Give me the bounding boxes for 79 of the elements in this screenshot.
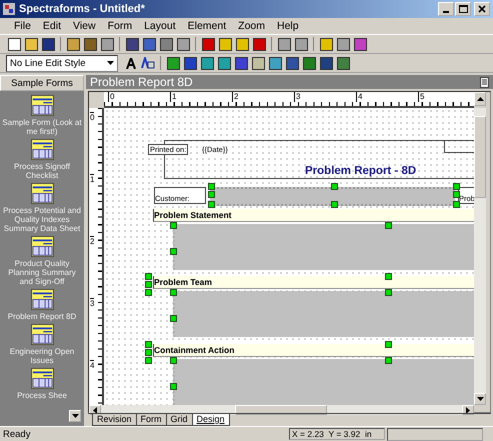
menu-item[interactable]: File — [8, 20, 37, 32]
scroll-down-button[interactable] — [474, 393, 486, 405]
menu-item[interactable]: Edit — [36, 20, 68, 32]
view-tab[interactable]: Form — [136, 414, 167, 426]
ruler-number: 0 — [90, 112, 94, 123]
selection-handle[interactable] — [170, 383, 177, 390]
ruler-number: 5 — [418, 92, 424, 102]
form-label[interactable]: Process Signoff Checklist — [0, 162, 84, 180]
caret-icon[interactable] — [107, 61, 114, 65]
form-label[interactable]: Product Quality Planning Summary and Sign-Off — [0, 259, 84, 286]
text-style-icon[interactable] — [140, 55, 156, 71]
ruler-number: 1 — [170, 92, 176, 102]
form-icon[interactable] — [30, 236, 54, 257]
scroll-up-button[interactable] — [474, 92, 486, 106]
ruler-number: 0 — [108, 92, 114, 102]
ruler-number: 2 — [232, 92, 238, 102]
form-icon[interactable] — [30, 289, 54, 310]
caret-icon — [476, 97, 484, 101]
menu-item[interactable]: Help — [271, 20, 305, 32]
selection-handle[interactable] — [170, 315, 177, 322]
form-icon[interactable] — [30, 183, 54, 204]
form-icon[interactable] — [30, 324, 54, 345]
selection-handle[interactable] — [170, 248, 177, 255]
window-title: Spectraforms - Untitled* — [19, 3, 146, 15]
scroll-right-button[interactable] — [462, 405, 474, 415]
menu-item[interactable]: View — [67, 20, 102, 32]
form-icon[interactable] — [30, 95, 54, 116]
caret-icon — [72, 414, 78, 418]
menu-item[interactable]: Element — [182, 20, 232, 32]
selection-handle[interactable] — [385, 289, 392, 296]
menu-item[interactable]: Form — [102, 20, 138, 32]
view-tab[interactable]: Design — [192, 414, 230, 426]
style-dropdown[interactable]: No Line Edit Style — [6, 54, 118, 72]
selection-handle[interactable] — [331, 183, 338, 190]
selection-handle[interactable] — [331, 201, 338, 208]
minimize-button[interactable] — [438, 2, 454, 16]
form-icon[interactable] — [30, 368, 54, 389]
vertical-scrollbar[interactable] — [474, 108, 486, 405]
selection-handle[interactable] — [170, 357, 177, 364]
ruler-number: 2 — [90, 236, 94, 247]
ruler-number: 4 — [90, 360, 94, 371]
view-tab[interactable]: Grid — [166, 414, 193, 426]
selection-handle[interactable] — [385, 273, 392, 280]
close-button[interactable] — [474, 2, 490, 16]
selection-handle[interactable] — [385, 222, 392, 229]
selection-handle[interactable] — [385, 357, 392, 364]
ruler-number: 3 — [90, 298, 94, 309]
menu-item[interactable]: Zoom — [232, 20, 271, 32]
form-label[interactable]: Process Shee — [15, 391, 69, 400]
selection-handle[interactable] — [170, 289, 177, 296]
maximize-button[interactable] — [455, 2, 471, 16]
document-title: Problem Report 8D — [90, 75, 193, 89]
section-header: Containment Action — [153, 344, 474, 357]
form-label[interactable]: Process Potential and Quality Indexes Summary Data Sheet — [0, 206, 84, 233]
scroll-thumb[interactable] — [235, 405, 327, 415]
status-message: Ready — [2, 428, 32, 440]
document-icon[interactable] — [480, 76, 489, 88]
cursor-position: X = 2.23 Y = 3.92 in — [289, 428, 385, 440]
selection-handle[interactable] — [170, 222, 177, 229]
view-tab[interactable]: Revision — [92, 414, 137, 426]
section-header: Problem Team — [153, 276, 474, 289]
form-label[interactable]: Engineering Open Issues — [0, 347, 84, 365]
form-icon[interactable] — [30, 139, 54, 160]
ruler-number: 4 — [356, 92, 362, 102]
ruler-number: 1 — [90, 174, 94, 185]
form-title: Problem Report - 8D — [305, 165, 416, 177]
font-icon[interactable] — [123, 55, 139, 71]
app-icon — [3, 3, 15, 15]
scroll-down-button[interactable] — [69, 410, 81, 422]
menu-item[interactable]: Layout — [138, 20, 182, 32]
form-label[interactable]: Sample Form (Look at me first!) — [0, 118, 84, 136]
caret-icon — [93, 406, 97, 414]
selection-handle[interactable] — [385, 341, 392, 348]
close-icon — [478, 5, 486, 13]
sidebar-header[interactable]: Sample Forms — [0, 75, 84, 91]
section-header: Problem Statement — [153, 209, 474, 222]
scroll-thumb[interactable] — [474, 116, 486, 198]
maximize-icon — [458, 5, 468, 13]
ruler-number: 3 — [294, 92, 300, 102]
